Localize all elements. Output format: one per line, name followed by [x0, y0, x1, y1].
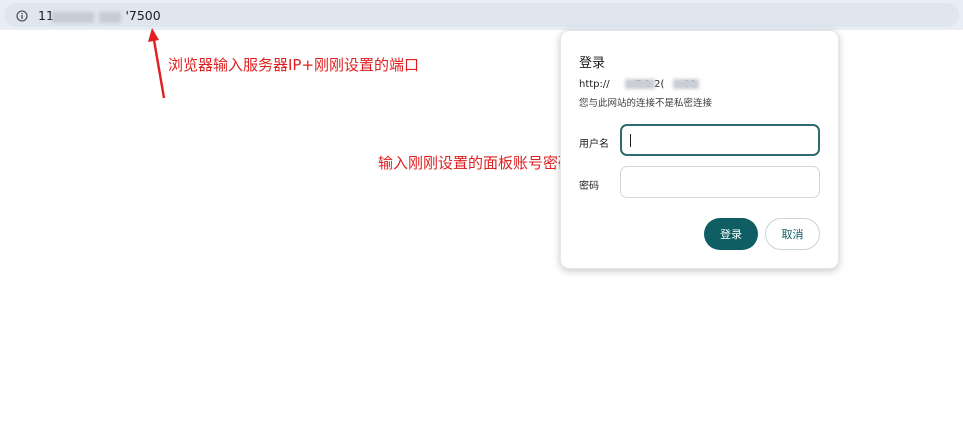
url-redaction	[673, 79, 699, 89]
dialog-title: 登录	[579, 56, 606, 71]
login-button[interactable]: 登录	[704, 218, 758, 250]
connection-warning: 您与此网站的连接不是私密连接	[579, 98, 713, 109]
url-redaction	[625, 79, 655, 89]
username-label: 用户名	[579, 139, 609, 150]
annotation-arrow-up	[148, 28, 166, 99]
password-input[interactable]	[620, 166, 820, 198]
password-label: 密码	[579, 181, 599, 192]
cancel-button[interactable]: 取消	[765, 218, 820, 250]
auth-dialog: 登录 http:// 7 1 2( 00 您与此网站的连接不是私密连接 用户名 …	[560, 30, 839, 269]
text-caret	[630, 134, 631, 147]
username-input[interactable]	[620, 124, 820, 156]
